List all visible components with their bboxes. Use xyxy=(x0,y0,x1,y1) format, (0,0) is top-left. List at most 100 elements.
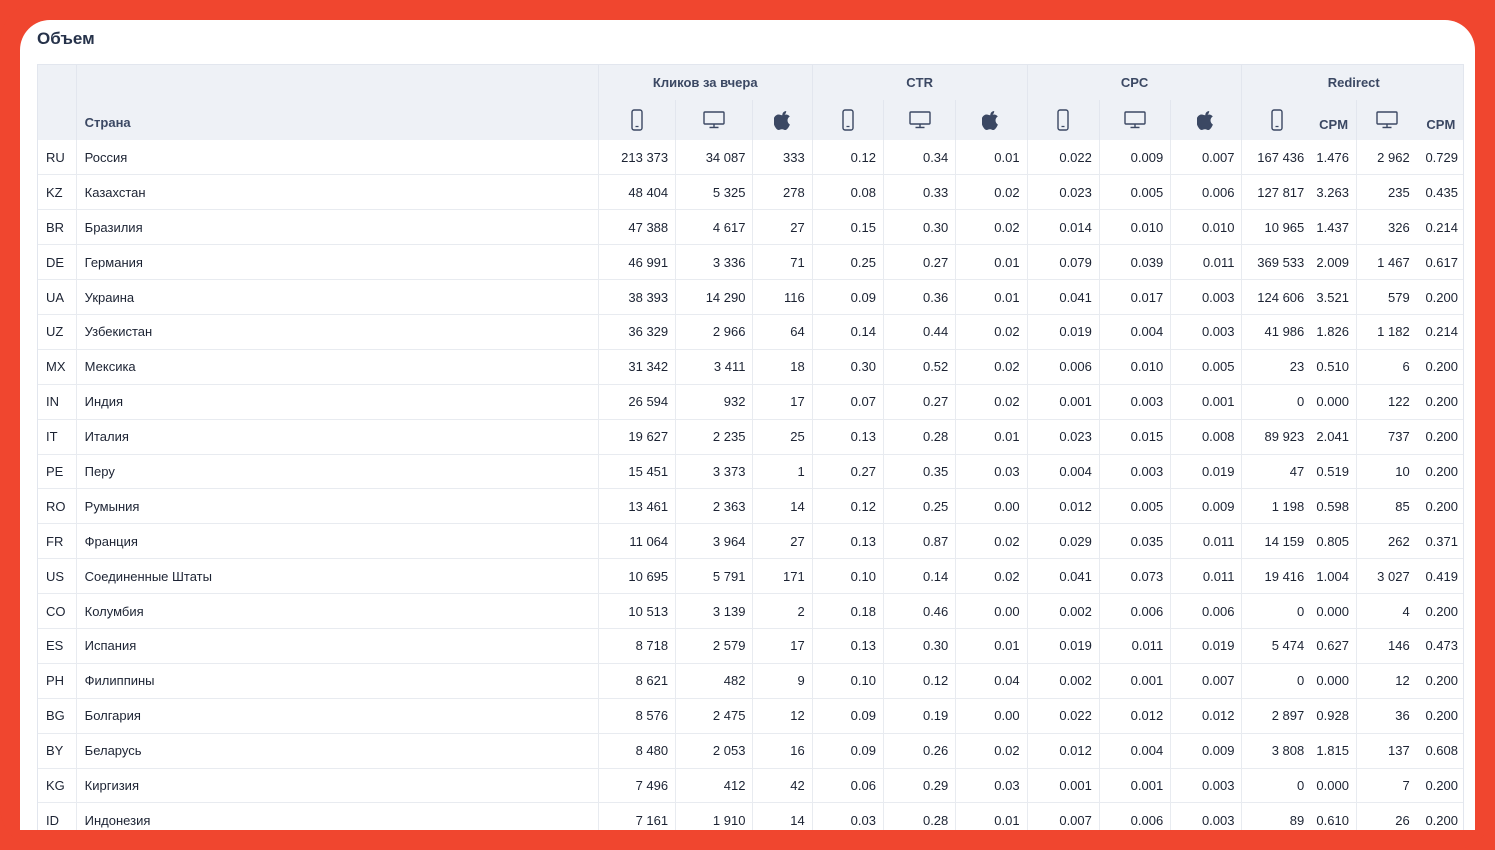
table-row[interactable]: RU Россия 213 373 34 087 333 0.12 0.34 0.01 0.02… xyxy=(38,140,1463,176)
table-row[interactable]: KG Киргизия 7 496 412 42 0.06 0.29 0.03 0.001 0.0… xyxy=(38,768,1463,804)
country-name-cell: Германия xyxy=(75,244,599,281)
clicks-apple-cell: 171 xyxy=(752,558,813,595)
clicks-apple-header[interactable] xyxy=(752,100,813,140)
redirect-mobile-cell: 1 198 xyxy=(1241,488,1312,525)
redirect-desktop-cpm-cell: 0.200 xyxy=(1416,454,1463,490)
redirect-mobile-cpm-header[interactable]: CPM xyxy=(1311,100,1357,140)
table-row[interactable]: IN Индия 26 594 932 17 0.07 0.27 0.02 0.001 0.003… xyxy=(38,384,1463,420)
table-row[interactable]: BY Беларусь 8 480 2 053 16 0.09 0.26 0.02 0.012 0… xyxy=(38,733,1463,769)
clicks-apple-cell: 27 xyxy=(752,523,813,560)
ctr-apple-cell: 0.02 xyxy=(955,558,1028,595)
clicks-desktop-cell: 3 373 xyxy=(675,454,753,490)
clicks-desktop-header[interactable] xyxy=(675,100,753,140)
table-row[interactable]: ID Индонезия 7 161 1 910 14 0.03 0.28 0.01 0.007… xyxy=(38,802,1463,830)
ctr-mobile-cell: 0.13 xyxy=(811,628,884,664)
cpc-desktop-header[interactable] xyxy=(1098,100,1171,140)
cpc-apple-cell: 0.007 xyxy=(1170,140,1242,176)
redirect-desktop-cpm-cell: 0.200 xyxy=(1416,698,1463,734)
cpc-desktop-cell: 0.012 xyxy=(1098,698,1171,734)
table-row[interactable]: UZ Узбекистан 36 329 2 966 64 0.14 0.44 0.02 0.0… xyxy=(38,314,1463,350)
redirect-mobile-cpm-cell: 2.041 xyxy=(1311,419,1357,455)
country-name-cell: Россия xyxy=(75,140,599,176)
redirect-desktop-cpm-header[interactable]: CPM xyxy=(1416,100,1463,140)
ctr-mobile-header[interactable] xyxy=(811,100,884,140)
cpc-apple-cell: 0.007 xyxy=(1170,663,1242,699)
cpc-apple-cell: 0.003 xyxy=(1170,314,1242,350)
table-row[interactable]: ES Испания 8 718 2 579 17 0.13 0.30 0.01 0.019 0.… xyxy=(38,628,1463,664)
table-row[interactable]: DE Германия 46 991 3 336 71 0.25 0.27 0.01 0.079… xyxy=(38,244,1463,281)
clicks-apple-cell: 16 xyxy=(752,733,813,769)
ctr-desktop-header[interactable] xyxy=(882,100,956,140)
redirect-mobile-cell: 89 923 xyxy=(1241,419,1312,455)
redirect-mobile-cpm-cell: 1.826 xyxy=(1311,314,1357,350)
table-row[interactable]: PH Филиппины 8 621 482 9 0.10 0.12 0.04 0.002 0.0… xyxy=(38,663,1463,699)
redirect-mobile-cpm-cell: 3.521 xyxy=(1311,279,1357,315)
ctr-apple-header[interactable] xyxy=(955,100,1028,140)
ctr-mobile-cell: 0.14 xyxy=(811,314,884,350)
table-row[interactable]: KZ Казахстан 48 404 5 325 278 0.08 0.33 0.02 0.0… xyxy=(38,174,1463,211)
redirect-desktop-cell: 737 xyxy=(1355,419,1417,455)
country-code-cell: PE xyxy=(38,454,77,490)
table-row[interactable]: RO Румыния 13 461 2 363 14 0.12 0.25 0.00 0.012 0… xyxy=(38,488,1463,525)
volume-table-container[interactable]: Страна Кликов за вчера CTR CPC Redirect xyxy=(37,64,1464,830)
table-row[interactable]: PE Перу 15 451 3 373 1 0.27 0.35 0.03 0.004 0.003… xyxy=(38,454,1463,490)
clicks-apple-cell: 12 xyxy=(752,698,813,734)
table-row[interactable]: MX Мексика 31 342 3 411 18 0.30 0.52 0.02 0.006 0… xyxy=(38,349,1463,385)
redirect-mobile-header[interactable] xyxy=(1241,100,1312,140)
redirect-mobile-cell: 3 808 xyxy=(1241,733,1312,769)
country-name-cell: Мексика xyxy=(75,349,599,385)
redirect-mobile-cpm-cell: 0.000 xyxy=(1311,768,1357,804)
clicks-mobile-cell: 10 695 xyxy=(597,558,676,595)
clicks-apple-cell: 2 xyxy=(752,593,813,629)
cpc-mobile-header[interactable] xyxy=(1026,100,1100,140)
ctr-apple-cell: 0.02 xyxy=(955,314,1028,350)
cpc-desktop-cell: 0.004 xyxy=(1098,314,1171,350)
ctr-desktop-cell: 0.44 xyxy=(882,314,956,350)
cpc-mobile-cell: 0.002 xyxy=(1026,663,1100,699)
clicks-desktop-cell: 2 475 xyxy=(675,698,753,734)
clicks-mobile-header[interactable] xyxy=(597,100,676,140)
table-row[interactable]: FR Франция 11 064 3 964 27 0.13 0.87 0.02 0.029 0… xyxy=(38,523,1463,560)
cpc-desktop-cell: 0.039 xyxy=(1098,244,1171,281)
clicks-apple-cell: 278 xyxy=(752,174,813,211)
redirect-mobile-cpm-cell: 0.519 xyxy=(1311,454,1357,490)
cpc-mobile-cell: 0.001 xyxy=(1026,384,1100,420)
cpc-mobile-cell: 0.022 xyxy=(1026,140,1100,176)
clicks-desktop-cell: 34 087 xyxy=(675,140,753,176)
table-row[interactable]: US Соединенные Штаты 10 695 5 791 171 0.10 0.1… xyxy=(38,558,1463,595)
ctr-mobile-cell: 0.03 xyxy=(811,802,884,830)
redirect-desktop-header[interactable] xyxy=(1355,100,1417,140)
table-row[interactable]: IT Италия 19 627 2 235 25 0.13 0.28 0.01 0.023 0.… xyxy=(38,419,1463,455)
ctr-apple-cell: 0.01 xyxy=(955,140,1028,176)
cpc-apple-header[interactable] xyxy=(1170,100,1242,140)
header-group-row: Страна Кликов за вчера CTR CPC Redirect xyxy=(38,65,1463,140)
ctr-mobile-cell: 0.08 xyxy=(811,174,884,211)
clicks-desktop-cell: 2 053 xyxy=(675,733,753,769)
clicks-mobile-cell: 8 718 xyxy=(597,628,676,664)
table-row[interactable]: BG Болгария 8 576 2 475 12 0.09 0.19 0.00 0.022 0… xyxy=(38,698,1463,734)
window-frame: Объем Страна Кликов за вчера CTR CPC Red… xyxy=(0,0,1495,850)
ctr-apple-cell: 0.02 xyxy=(955,209,1028,246)
country-header[interactable]: Страна xyxy=(75,65,599,140)
clicks-apple-cell: 14 xyxy=(752,802,813,830)
country-name-cell: Индонезия xyxy=(75,802,599,830)
table-row[interactable]: CO Колумбия 10 513 3 139 2 0.18 0.46 0.00 0.002 0… xyxy=(38,593,1463,629)
ctr-desktop-cell: 0.27 xyxy=(882,244,956,281)
cpc-apple-cell: 0.006 xyxy=(1170,174,1242,211)
redirect-desktop-cell: 3 027 xyxy=(1355,558,1417,595)
country-name-cell: Италия xyxy=(75,419,599,455)
table-row[interactable]: UA Украина 38 393 14 290 116 0.09 0.36 0.01 0.04… xyxy=(38,279,1463,315)
cpc-apple-cell: 0.003 xyxy=(1170,768,1242,804)
cpc-mobile-cell: 0.019 xyxy=(1026,314,1100,350)
ctr-desktop-cell: 0.36 xyxy=(882,279,956,315)
redirect-desktop-cpm-cell: 0.200 xyxy=(1416,663,1463,699)
clicks-mobile-cell: 8 480 xyxy=(597,733,676,769)
country-name-cell: Казахстан xyxy=(75,174,599,211)
redirect-desktop-cpm-cell: 0.200 xyxy=(1416,768,1463,804)
table-row[interactable]: BR Бразилия 47 388 4 617 27 0.15 0.30 0.02 0.014… xyxy=(38,209,1463,246)
clicks-desktop-cell: 2 966 xyxy=(675,314,753,350)
country-code-cell: MX xyxy=(38,349,77,385)
cpc-mobile-cell: 0.019 xyxy=(1026,628,1100,664)
clicks-mobile-cell: 7 496 xyxy=(597,768,676,804)
cpc-mobile-cell: 0.007 xyxy=(1026,802,1100,830)
